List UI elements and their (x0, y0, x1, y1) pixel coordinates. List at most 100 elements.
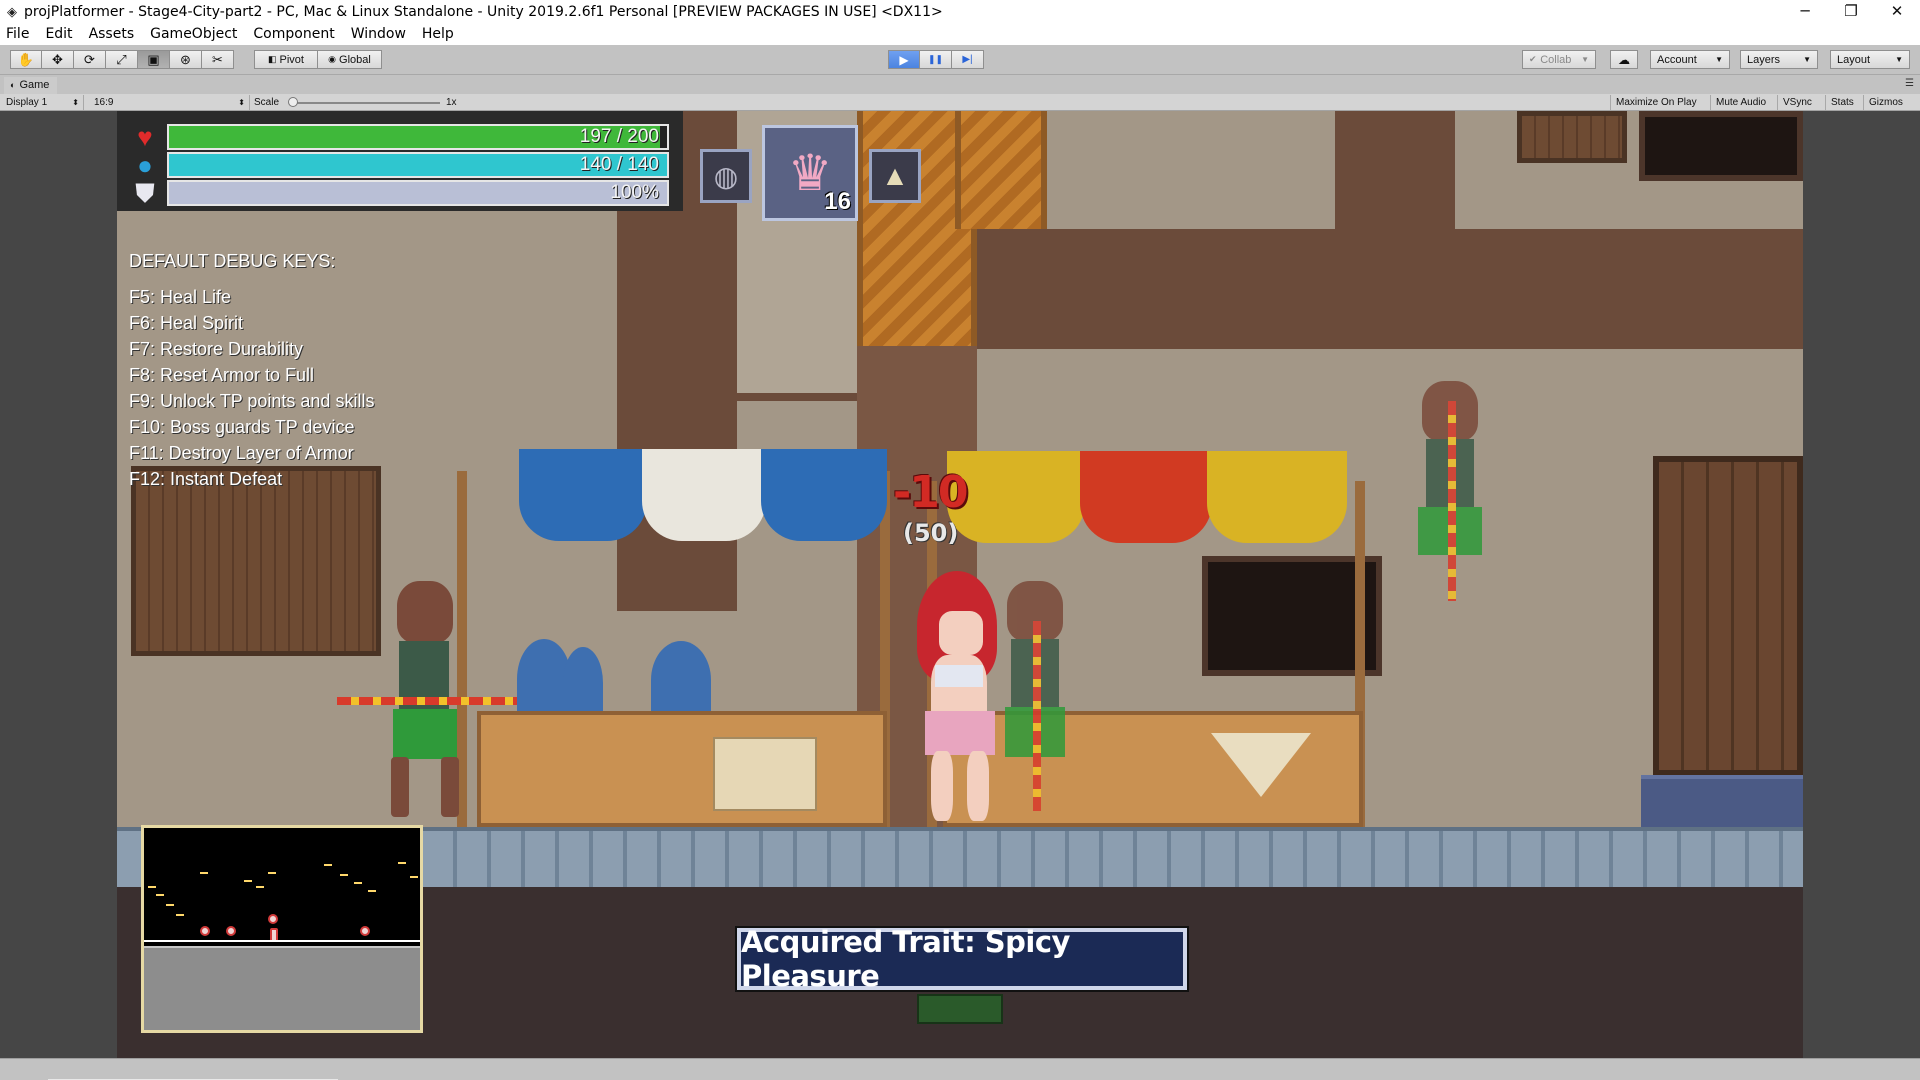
layout-dropdown[interactable]: Layout ▼ (1830, 50, 1910, 69)
minimap-platform (148, 886, 156, 888)
play-icon: ▶ (899, 52, 909, 67)
chevron-down-icon: ▼ (1803, 55, 1811, 64)
enemy-head (397, 581, 453, 643)
minimap-platform (256, 886, 264, 888)
transform-tool-button[interactable]: ⊛ (170, 50, 202, 69)
vsync-toggle[interactable]: VSync (1777, 95, 1817, 110)
pivot-toggle[interactable]: ◧ Pivot (254, 50, 318, 69)
debug-line: F7: Restore Durability (129, 339, 304, 359)
enemy-staff (337, 697, 517, 705)
decorative-banner (955, 111, 1047, 229)
minimap-platform (410, 876, 418, 878)
cloud-button[interactable]: ☁ (1610, 50, 1638, 69)
menu-help[interactable]: Help (414, 24, 462, 45)
building-window (1639, 111, 1803, 181)
enemy-leg (441, 757, 459, 817)
close-button[interactable]: ✕ (1874, 0, 1920, 24)
pivot-global-group: ◧ Pivot ◉ Global (254, 50, 382, 69)
gizmos-label: Gizmos (1869, 97, 1903, 108)
durability-bar: 100% (167, 180, 669, 206)
custom-tool-button[interactable]: ✂ (202, 50, 234, 69)
awning-stripe (761, 449, 887, 541)
minimize-button[interactable]: ─ (1782, 0, 1828, 24)
gizmos-dropdown[interactable]: Gizmos ▼ (1863, 95, 1920, 122)
tab-game[interactable]: ◐ Game (4, 77, 58, 94)
aspect-select[interactable]: 16:9 ⬍ (88, 95, 250, 110)
spirit-bar: 140 / 140 (167, 152, 669, 178)
durability-row: ⛊ (129, 179, 161, 207)
menu-window[interactable]: Window (343, 24, 414, 45)
stats-toggle[interactable]: Stats (1825, 95, 1859, 110)
stall-pennant (1211, 733, 1311, 797)
heroine-skirt (925, 711, 995, 755)
minimap-platform (340, 874, 348, 876)
menu-component[interactable]: Component (245, 24, 342, 45)
check-icon: ✔ (1529, 54, 1537, 64)
game-controller-icon: ◐ (10, 80, 16, 90)
layout-label: Layout (1837, 53, 1871, 66)
debug-line: F11: Destroy Layer of Armor (129, 443, 354, 463)
account-dropdown[interactable]: Account ▼ (1650, 50, 1730, 69)
display-select[interactable]: Display 1 ⬍ (0, 95, 84, 110)
enemy-staff (1448, 401, 1456, 601)
hand-tool-button[interactable]: ✋ (10, 50, 42, 69)
minimap (141, 825, 423, 1033)
collab-button[interactable]: ✔ Collab ▼ (1522, 50, 1596, 69)
menu-file[interactable]: File (0, 24, 37, 45)
menu-gameobject[interactable]: GameObject (142, 24, 245, 45)
item-slot-bomb: ◍ (700, 149, 752, 203)
spirit-orb-icon: ● (137, 150, 153, 180)
hud-panel: ♥ 197 / 200 ● 140 / 140 ⛊ 100% (117, 111, 683, 211)
global-toggle[interactable]: ◉ Global (318, 50, 382, 69)
rect-tool-button[interactable]: ▣ (138, 50, 170, 69)
mute-audio-toggle[interactable]: Mute Audio (1710, 95, 1771, 110)
item-slot-selected: ♛ 16 (762, 125, 858, 221)
awning-stripe (1207, 451, 1347, 543)
debug-line: F10: Boss guards TP device (129, 417, 355, 437)
layers-label: Layers (1747, 53, 1781, 66)
game-view-toolbar: Display 1 ⬍ 16:9 ⬍ Scale 1x Maximize On … (0, 94, 1920, 122)
display-label: Display 1 (6, 97, 48, 108)
tab-menu-icon[interactable]: ☰ (1905, 78, 1914, 89)
minimap-platform (176, 914, 184, 916)
account-label: Account (1657, 53, 1697, 66)
layers-dropdown[interactable]: Layers ▼ (1740, 50, 1818, 69)
durability-value: 100% (610, 182, 659, 203)
minimap-enemy-marker (226, 926, 236, 936)
enemy-leg (391, 757, 409, 817)
maximize-button[interactable]: ❐ (1828, 0, 1874, 24)
scale-slider-track[interactable] (292, 102, 440, 104)
minimap-platform (268, 872, 276, 874)
scale-tool-button[interactable]: ⤢ (106, 50, 138, 69)
minimap-platform (324, 864, 332, 866)
move-tool-button[interactable]: ✥ (42, 50, 74, 69)
monkey-enemy (337, 581, 517, 821)
rice-pile-icon: ▲ (881, 160, 909, 191)
aspect-label: 16:9 (94, 97, 114, 108)
potion-bottle (563, 647, 603, 719)
menu-edit[interactable]: Edit (37, 24, 80, 45)
cloud-icon: ☁ (1618, 52, 1630, 67)
unity-editor: ◈ projPlatformer - Stage4-City-part2 - P… (0, 0, 1920, 1080)
maximize-on-play-toggle[interactable]: Maximize On Play (1610, 95, 1702, 110)
pause-icon: ❚❚ (927, 54, 944, 64)
step-button[interactable]: ▶| (952, 50, 984, 69)
minimap-platform (398, 862, 406, 864)
rotate-tool-button[interactable]: ⟳ (74, 50, 106, 69)
scale-slider-thumb[interactable] (288, 97, 298, 107)
game-viewport[interactable]: -10 (50) ♥ 197 / 200 ● 140 / 140 ⛊ 100% … (0, 111, 1920, 1058)
heroine-leg (931, 751, 953, 821)
menu-assets[interactable]: Assets (81, 24, 143, 45)
minimap-ground-line (144, 940, 420, 942)
collab-label: Collab (1540, 53, 1572, 66)
heart-icon: ♥ (137, 122, 153, 152)
play-button[interactable]: ▶ (888, 50, 920, 69)
pause-button[interactable]: ❚❚ (920, 50, 952, 69)
shield-icon: ⛊ (135, 178, 155, 208)
stall-sign (713, 737, 817, 811)
unity-logo-icon: ◈ (7, 4, 17, 19)
game-tab-bar: ◐ Game ☰ (0, 76, 1920, 94)
trait-notification: Acquired Trait: Spicy Pleasure (735, 925, 1189, 993)
heroine-armor (935, 665, 983, 687)
monkey-enemy-jumping (1382, 351, 1532, 611)
